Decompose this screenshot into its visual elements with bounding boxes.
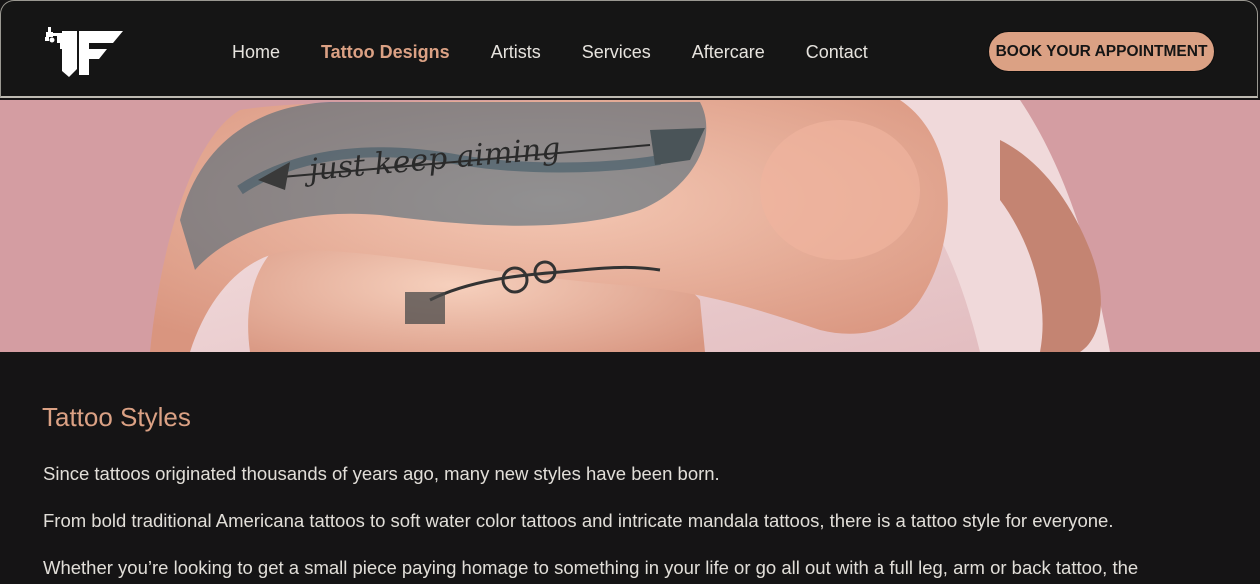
tattooed-arms-photo: just keep aiming xyxy=(0,100,1260,352)
paragraph-intro: Since tattoos originated thousands of ye… xyxy=(43,463,720,484)
nav-artists[interactable]: Artists xyxy=(491,42,541,63)
content-section: Tattoo Styles Since tattoos originated t… xyxy=(0,352,1260,584)
nav-home[interactable]: Home xyxy=(232,42,280,63)
navbar: Home Tattoo Designs Artists Services Aft… xyxy=(0,0,1258,98)
book-appointment-button[interactable]: BOOK YOUR APPOINTMENT xyxy=(988,31,1215,72)
paragraph-pieces: Whether you’re looking to get a small pi… xyxy=(43,557,1139,578)
nav-contact[interactable]: Contact xyxy=(806,42,868,63)
main-nav: Home Tattoo Designs Artists Services Aft… xyxy=(232,39,868,65)
page: Home Tattoo Designs Artists Services Aft… xyxy=(0,0,1260,584)
paragraph-styles: From bold traditional Americana tattoos … xyxy=(43,510,1114,531)
nav-aftercare[interactable]: Aftercare xyxy=(692,42,765,63)
nav-tattoo-designs[interactable]: Tattoo Designs xyxy=(321,42,450,63)
hero-image: just keep aiming xyxy=(0,100,1260,352)
section-title: Tattoo Styles xyxy=(42,402,191,432)
logo-icon[interactable] xyxy=(43,23,125,79)
nav-services[interactable]: Services xyxy=(582,42,651,63)
